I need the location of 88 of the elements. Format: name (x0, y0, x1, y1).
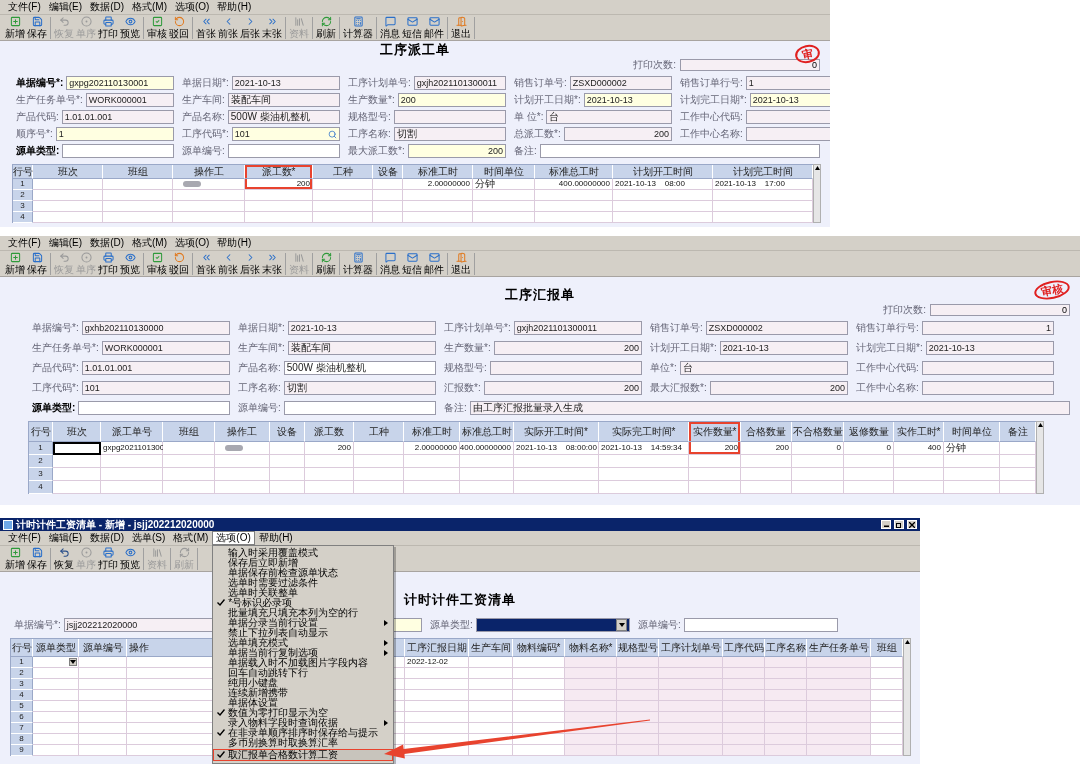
field-label: 源单编号: (182, 145, 225, 157)
row-number: 2 (11, 668, 33, 679)
field-label: 单据编号*: (16, 77, 64, 89)
field-label: 计划开工日期*: (650, 342, 717, 354)
field-label: 工作中心代码: (856, 362, 919, 374)
field-label: 生产车间*: (238, 342, 285, 354)
field-label: 单据编号*: (14, 619, 61, 631)
field-label: 生产任务单号*: (32, 342, 99, 354)
row-number: 8 (11, 734, 33, 745)
document-title: 工序汇报单 (505, 287, 575, 303)
input-field: 0 (680, 59, 820, 71)
field-label: 单据编号*: (32, 322, 79, 334)
table-cell: 200 (245, 179, 313, 190)
table-cell: 400 (894, 442, 944, 455)
field-label: 规格型号: (348, 111, 391, 123)
field-label: 产品代码: (16, 111, 59, 123)
row-number: 1 (13, 179, 33, 190)
field-label: 产品代码*: (32, 362, 79, 374)
table-cell: 2021-10-13 14:59:34 (599, 442, 689, 455)
field-label: 源单类型: (430, 619, 473, 631)
field-label: 工序代码*: (32, 382, 79, 394)
row-number: 2 (13, 190, 33, 201)
field-label: 备注: (444, 402, 467, 414)
row-number: 7 (11, 723, 33, 734)
table-cell: 0 (792, 442, 844, 455)
field-label: 最大汇报数*: (650, 382, 707, 394)
field-label: 源单类型: (32, 402, 76, 414)
row-number: 3 (11, 679, 33, 690)
input-field: 0 (930, 304, 1070, 316)
window-title: 计时计件工资清单 - 新增 - jsjj202212020000 (16, 518, 216, 531)
field-label: 工序代码*: (182, 128, 229, 140)
field-label: 单位*: (650, 362, 677, 374)
field-label: 产品名称: (238, 362, 281, 374)
field-label: 顺序号*: (16, 128, 53, 140)
field-label: 生产数量*: (348, 94, 395, 106)
field-label: 源单编号: (638, 619, 681, 631)
field-label: 生产车间: (182, 94, 225, 106)
field-label: 工序名称: (348, 128, 391, 140)
field-label: 工序计划单号: (348, 77, 411, 89)
row-number: 5 (11, 701, 33, 712)
field-label: 工序计划单号*: (444, 322, 511, 334)
field-label: 销售订单行号: (680, 77, 743, 89)
table-cell: 400.00000000 (460, 442, 514, 455)
field-label: 工作中心名称: (856, 382, 919, 394)
table-cell: 200 (689, 442, 741, 455)
field-label: 工作中心代码: (680, 111, 743, 123)
field-label: 源单类型: (16, 145, 60, 157)
document-title: 工序派工单 (380, 42, 450, 58)
field-label: 工序名称: (238, 382, 281, 394)
row-number: 6 (11, 712, 33, 723)
table-cell: gxpg2021101300 (101, 442, 163, 455)
table-cell: 分钟 (944, 442, 1000, 455)
field-label: 生产任务单号*: (16, 94, 83, 106)
field-label: 单 位*: (514, 111, 544, 123)
row-number: 4 (13, 212, 33, 223)
row-number: 3 (29, 468, 53, 481)
field-label: 销售订单行号: (856, 322, 919, 334)
field-label: 最大派工数*: (348, 145, 405, 157)
table-cell: 2.00000000 (404, 442, 460, 455)
row-number: 2 (29, 455, 53, 468)
document-title: 计时计件工资清单 (404, 592, 516, 608)
field-label: 规格型号: (444, 362, 487, 374)
table-cell: 200 (305, 442, 354, 455)
row-number: 4 (29, 481, 53, 494)
field-label: 汇报数*: (444, 382, 481, 394)
field-label: 生产数量*: (444, 342, 491, 354)
table-cell: 0 (844, 442, 894, 455)
field-label: 备注: (514, 145, 537, 157)
field-label: 计划完工日期*: (680, 94, 747, 106)
table-cell: 200 (741, 442, 792, 455)
row-number: 4 (11, 690, 33, 701)
field-label: 打印次数: (633, 59, 676, 71)
field-label: 单据日期*: (182, 77, 229, 89)
field-label: 计划开工日期*: (514, 94, 581, 106)
row-number: 1 (11, 657, 33, 668)
table-cell: 2021-10-13 08:00:00 (514, 442, 599, 455)
field-label: 打印次数: (883, 304, 926, 316)
field-label: 产品名称: (182, 111, 225, 123)
field-label: 计划完工日期*: (856, 342, 923, 354)
row-number: 9 (11, 745, 33, 756)
field-label: 销售订单号: (514, 77, 567, 89)
field-label: 总派工数*: (514, 128, 561, 140)
field-label: 工作中心名称: (680, 128, 743, 140)
row-number: 3 (13, 201, 33, 212)
field-label: 源单编号: (238, 402, 281, 414)
field-label: 单据日期*: (238, 322, 285, 334)
field-label: 销售订单号: (650, 322, 703, 334)
row-number: 1 (29, 442, 53, 455)
